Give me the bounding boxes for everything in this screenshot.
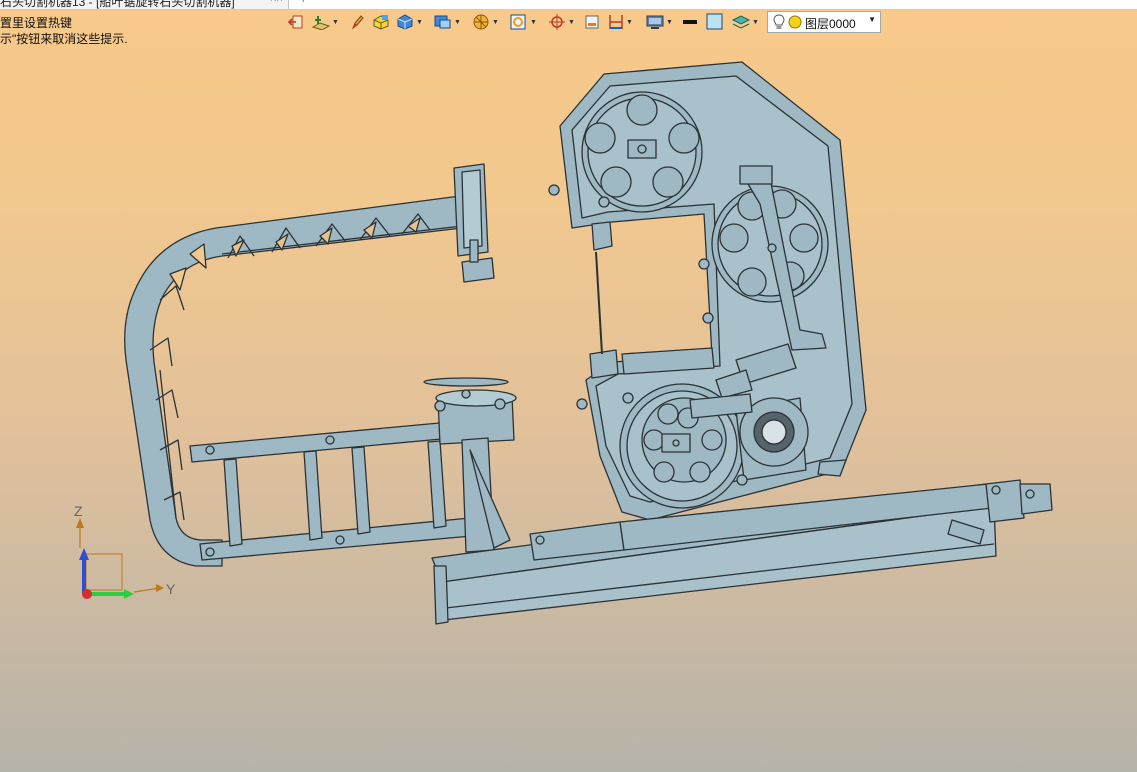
box-icon [397, 14, 413, 30]
saw-housing [548, 61, 867, 521]
chevron-down-icon[interactable]: ▼ [332, 19, 339, 26]
render-style-button[interactable]: ▼ [472, 11, 499, 33]
zoom-box-button[interactable]: ▼ [510, 11, 537, 33]
render-style-icon [473, 14, 489, 30]
clip-button[interactable] [584, 11, 600, 33]
measure-icon [609, 15, 623, 29]
chevron-down-icon: ▼ [868, 15, 876, 24]
chevron-down-icon[interactable]: ▼ [568, 19, 575, 26]
display-button[interactable]: ▼ [646, 11, 673, 33]
chevron-down-icon[interactable]: ▼ [416, 19, 423, 26]
line-color-icon [683, 20, 697, 24]
view-orientation-icon [434, 15, 451, 29]
layer-select-value: 图层0000 [805, 17, 856, 31]
lightbulb-icon[interactable] [772, 14, 786, 30]
document-tab-bar: 石头切割机器13 - [船叶锯旋转石头切割机器] ×× + [0, 0, 1137, 10]
exit-sketch-icon [288, 15, 303, 29]
clip-icon [585, 15, 599, 29]
pencil-button[interactable] [350, 11, 364, 33]
measure-button[interactable]: ▼ [608, 11, 633, 33]
display-icon [646, 15, 664, 29]
tab-close-icon[interactable]: ×× [270, 0, 283, 5]
ladder-frame [189, 419, 475, 561]
fill-color-button[interactable] [706, 11, 724, 33]
y-axis-label: Y [166, 581, 176, 597]
extrude-button[interactable] [372, 11, 390, 33]
chevron-down-icon[interactable]: ▼ [530, 19, 537, 26]
sketch-plane-icon [312, 16, 330, 30]
zoom-box-icon [510, 14, 526, 30]
fill-color-icon [706, 13, 723, 30]
base-rail [431, 479, 1053, 625]
chevron-down-icon[interactable]: ▼ [666, 19, 673, 26]
exit-sketch-button[interactable] [288, 11, 304, 33]
band-saw-model [124, 61, 1053, 625]
layer-color-icon[interactable] [788, 15, 802, 29]
z-axis-label: Z [74, 503, 83, 519]
layer-button[interactable]: ▼ [732, 11, 759, 33]
model-viewport[interactable]: Z Y [0, 40, 1137, 772]
hint-line-hotkey: 置里设置热键 [0, 16, 73, 30]
layer-icon [732, 15, 750, 29]
chevron-down-icon[interactable]: ▼ [626, 19, 633, 26]
extrude-icon [373, 15, 389, 30]
document-tab-title: 石头切割机器13 - [船叶锯旋转石头切割机器] [0, 0, 235, 9]
chevron-down-icon[interactable]: ▼ [752, 19, 759, 26]
view-orientation-button[interactable]: ▼ [434, 11, 461, 33]
document-tab[interactable]: 石头切割机器13 - [船叶锯旋转石头切割机器] ×× [0, 0, 289, 9]
new-tab-icon[interactable]: + [300, 0, 306, 6]
snap-point-button[interactable]: ▼ [548, 11, 575, 33]
pencil-icon [351, 15, 364, 30]
chevron-down-icon[interactable]: ▼ [454, 19, 461, 26]
chevron-down-icon[interactable]: ▼ [492, 19, 499, 26]
snap-point-icon [549, 14, 565, 30]
box-button[interactable]: ▼ [396, 11, 423, 33]
layer-select[interactable]: 图层0000 ▼ [767, 11, 881, 33]
line-color-button[interactable] [682, 11, 698, 33]
sketch-plane-button[interactable]: ▼ [312, 11, 339, 33]
